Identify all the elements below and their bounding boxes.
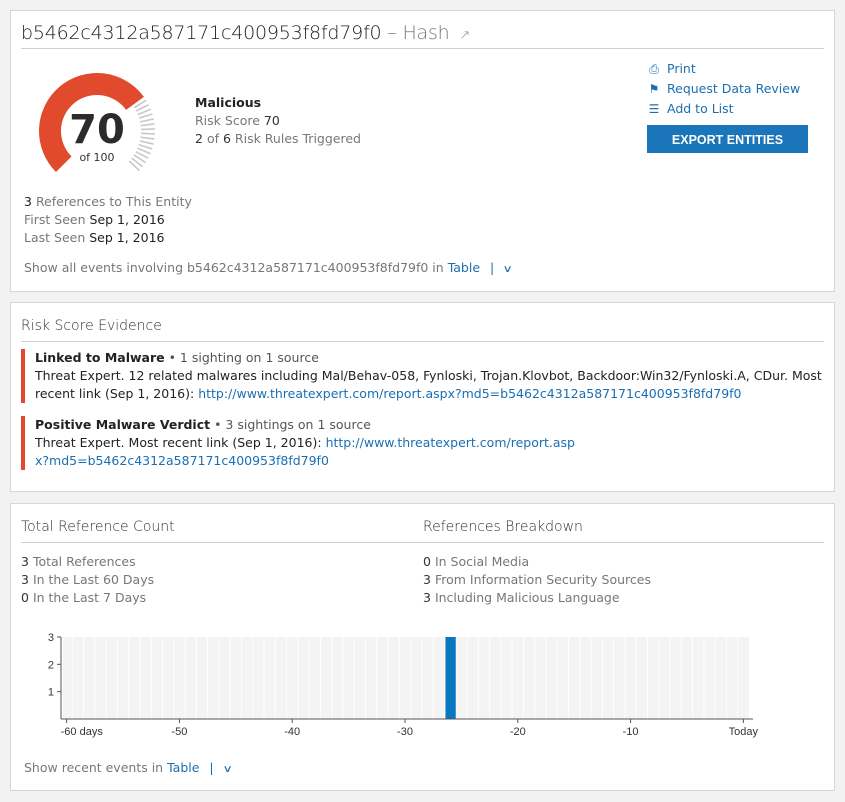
evidence-description: Threat Expert. Most recent link (Sep 1, … [35,435,326,450]
print-label: Print [667,61,696,76]
first-seen-value: Sep 1, 2016 [89,212,165,227]
chart-x-tick-label: -60 days [61,726,104,738]
evidence-sightings: • 3 sightings on 1 source [210,417,371,432]
references-breakdown-title: References Breakdown [423,519,583,535]
total-reference-count-title: Total Reference Count [21,519,175,535]
show-all-events: Show all events involving b5462c4312a587… [24,260,513,275]
stat-row: 0 In Social Media [423,553,651,571]
pipe-divider: | [209,760,214,775]
stat-value: 3 [423,590,431,605]
pipe-divider: | [490,260,495,275]
add-to-list-action[interactable]: ☰ Add to List [647,99,800,119]
reference-count: 3 [24,194,32,209]
evidence-sightings: • 1 sighting on 1 source [164,350,319,365]
last-seen-label: Last Seen [24,230,86,245]
risk-score-label: Risk Score [195,113,260,128]
evidence-title: Risk Score Evidence [21,318,162,334]
show-all-events-text: Show all events involving b5462c4312a587… [24,260,444,275]
rules-label: Risk Rules Triggered [234,131,361,146]
stat-label: From Information Security Sources [434,572,651,587]
request-data-review-action[interactable]: ⚑ Request Data Review [647,79,801,99]
show-recent-events: Show recent events in Table | ∨ [24,760,232,775]
stat-row: 3 In the Last 60 Days [21,571,154,589]
references-breakdown-stats: 0 In Social Media 3 From Information Secur… [423,553,651,607]
evidence-link[interactable]: http://www.threatexpert.com/report.aspx?… [198,386,741,401]
chart-y-tick-label: 1 [48,687,54,699]
reference-count-label: References to This Entity [35,194,192,209]
chevron-down-icon[interactable]: ∨ [503,264,513,275]
chart-x-tick-label: -10 [623,726,639,738]
title-divider [21,48,824,49]
add-to-list-label: Add to List [667,101,734,116]
stat-row: 3 Including Malicious Language [423,589,651,607]
export-entities-button[interactable]: EXPORT ENTITIES [647,125,808,153]
stat-row: 3 Total References [21,553,154,571]
last-seen-value: Sep 1, 2016 [89,230,165,245]
stat-value: 0 [21,590,29,605]
evidence-rule-name: Positive Malware Verdict [35,417,211,432]
print-action[interactable]: ⎙ Print [647,59,800,79]
rules-total: 6 [222,131,231,146]
total-reference-stats: 3 Total References 3 In the Last 60 Days 0… [21,553,154,607]
evidence-divider [21,341,824,342]
stat-value: 3 [21,572,29,587]
chart-plot-area [63,637,749,719]
chart-x-tick-label: -30 [397,726,413,738]
first-seen-label: First Seen [24,212,86,227]
references-panel: Total Reference Count References Breakdo… [10,503,835,791]
show-all-table-link[interactable]: Table [448,260,480,275]
entity-id: b5462c4312a587171c400953f8fd79f0 [21,22,382,44]
stat-row: 0 In the Last 7 Days [21,589,154,607]
printer-icon: ⎙ [649,62,659,76]
entity-type: Hash [402,22,450,44]
verdict-label: Malicious [195,95,262,110]
risk-score-evidence-panel: Risk Score Evidence Linked to Malware • … [10,302,835,492]
rules-of: of [206,131,219,146]
entity-summary-panel: b5462c4312a587171c400953f8fd79f0 – Hash … [10,10,835,292]
evidence-item: Positive Malware Verdict • 3 sightings o… [21,416,584,470]
chart-bar[interactable] [445,637,456,719]
rules-triggered-count: 2 [195,131,203,146]
stat-label: In the Last 60 Days [32,572,155,587]
stat-label: Including Malicious Language [434,590,620,605]
chart-x-tick-label: Today [729,726,759,738]
reference-summary: 3 References to This Entity First Seen S… [24,193,192,247]
external-link-icon[interactable]: ↗︎ [459,28,470,43]
chart-y-tick-label: 3 [48,632,54,644]
references-timeline-chart: 1 2 3 -60 days -50 -40 -30 -20 -10 Today [48,632,759,738]
title-separator: – [387,22,397,44]
gauge-score: 70 [69,107,125,153]
flag-icon: ⚑ [648,82,660,96]
stat-row: 3 From Information Security Sources [423,571,651,589]
stat-value: 3 [21,554,29,569]
stat-value: 3 [423,572,431,587]
evidence-item: Linked to Malware • 1 sighting on 1 sour… [21,349,824,403]
chart-x-tick-label: -40 [284,726,300,738]
chart-x-tick-label: -50 [171,726,187,738]
evidence-rule-name: Linked to Malware [35,350,165,365]
risk-verdict: Malicious Risk Score 70 2 of 6 Risk Rule… [195,94,361,148]
request-review-label: Request Data Review [667,81,801,96]
gauge-max-label: of 100 [79,151,115,164]
references-divider [21,542,824,543]
stat-label: Total References [32,554,136,569]
stat-label: In Social Media [434,554,530,569]
risk-score-value: 70 [263,113,280,128]
list-icon: ☰ [648,102,660,116]
stat-label: In the Last 7 Days [32,590,147,605]
stat-value: 0 [423,554,431,569]
show-recent-events-text: Show recent events in [24,760,164,775]
show-recent-table-link[interactable]: Table [167,760,199,775]
chart-y-tick-label: 2 [48,659,54,671]
page-title: b5462c4312a587171c400953f8fd79f0 – Hash … [21,22,470,44]
actions-menu: ⎙ Print ⚑ Request Data Review ☰ Add to L… [647,59,801,119]
chevron-down-icon[interactable]: ∨ [222,764,232,775]
chart-x-tick-label: -20 [510,726,526,738]
